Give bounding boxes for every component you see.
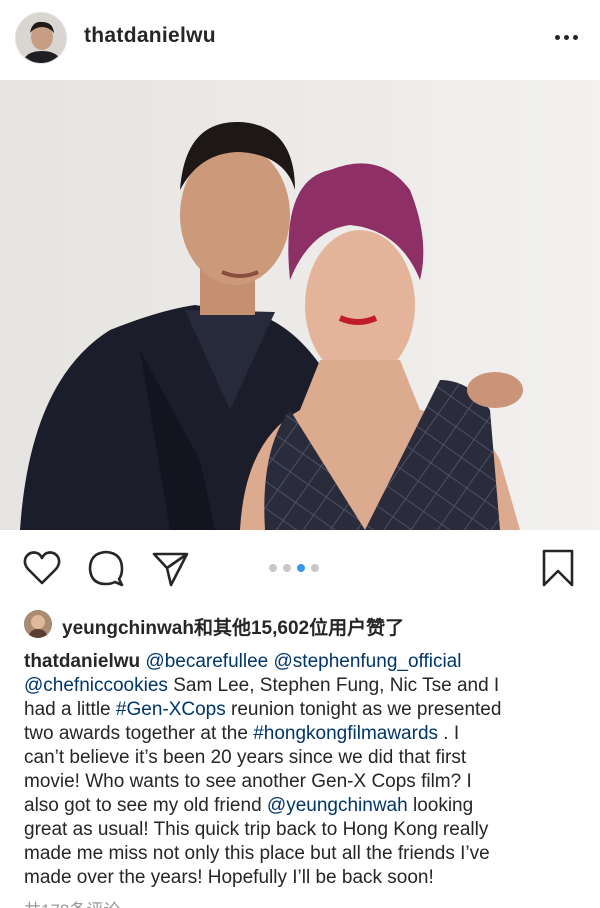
caption-line: movie! Who wants to see another Gen-X Co…	[24, 770, 586, 794]
caption-line: had a little #Gen-XCops reunion tonight …	[24, 698, 586, 722]
heart-icon	[23, 551, 61, 585]
likes-row[interactable]: yeungchinwah和其他15,602位用户赞了	[0, 606, 600, 642]
hashtag-link[interactable]: #hongkongfilmawards	[253, 723, 438, 744]
likes-count-text[interactable]: yeungchinwah和其他15,602位用户赞了	[62, 613, 404, 640]
more-horizontal-icon	[554, 34, 560, 40]
post-header: thatdanielwu	[0, 0, 600, 78]
carousel-indicator	[269, 562, 325, 574]
like-button[interactable]	[20, 546, 64, 590]
caption-line: great as usual! This quick trip back to …	[24, 818, 586, 842]
comment-icon	[88, 550, 124, 587]
save-button[interactable]	[536, 546, 580, 590]
more-dot	[563, 34, 569, 40]
caption-line: thatdanielwu @becarefullee @stephenfung_…	[24, 650, 586, 674]
caption-text: made me miss not only this place but all…	[24, 843, 490, 864]
comment-button[interactable]	[84, 546, 128, 590]
caption-text: two awards together at the	[24, 723, 254, 744]
caption-line: @chefniccookies Sam Lee, Stephen Fung, N…	[24, 674, 586, 698]
share-icon	[152, 552, 189, 587]
caption-text: Sam Lee, Stephen Fung, Nic Tse and I	[167, 675, 500, 696]
profile-avatar[interactable]	[15, 12, 67, 64]
caption-line: also got to see my old friend @yeungchin…	[24, 794, 586, 818]
more-options-button[interactable]	[548, 24, 584, 50]
post-photo[interactable]	[0, 80, 600, 530]
caption-text: reunion tonight as we presented	[225, 699, 502, 720]
post-caption: thatdanielwu @becarefullee @stephenfung_…	[24, 650, 586, 890]
share-button[interactable]	[148, 546, 192, 590]
caption-text: great as usual! This quick trip back to …	[24, 819, 489, 840]
caption-line: made over the years! Hopefully I’ll be b…	[24, 866, 586, 890]
caption-line: can’t believe it’s been 20 years since w…	[24, 746, 586, 770]
mention-link[interactable]: @becarefullee	[145, 651, 268, 672]
carousel-dot	[311, 564, 319, 572]
caption-text: can’t believe it’s been 20 years since w…	[24, 747, 467, 768]
caption-text: movie! Who wants to see another Gen-X Co…	[24, 771, 472, 792]
carousel-dot	[283, 564, 291, 572]
mention-link[interactable]: @chefniccookies	[24, 675, 168, 696]
caption-text: looking	[407, 795, 474, 816]
caption-text: . I	[438, 723, 460, 744]
carousel-dot	[269, 564, 277, 572]
hashtag-link[interactable]: #Gen-XCops	[116, 699, 226, 720]
caption-username[interactable]: thatdanielwu	[24, 651, 140, 672]
caption-text: made over the years! Hopefully I’ll be b…	[24, 867, 434, 888]
caption-line: made me miss not only this place but all…	[24, 842, 586, 866]
caption-line: two awards together at the #hongkongfilm…	[24, 722, 586, 746]
post-username[interactable]: thatdanielwu	[84, 24, 216, 48]
view-comments-link[interactable]: 共178条评论	[24, 896, 120, 908]
carousel-dot-active	[297, 564, 305, 572]
liker-avatar	[24, 610, 52, 638]
bookmark-icon	[542, 549, 574, 587]
mention-link[interactable]: @stephenfung_official	[274, 651, 462, 672]
caption-text: had a little	[24, 699, 116, 720]
caption-text: also got to see my old friend	[24, 795, 267, 816]
mention-link[interactable]: @yeungchinwah	[267, 795, 408, 816]
more-dot	[572, 34, 578, 40]
